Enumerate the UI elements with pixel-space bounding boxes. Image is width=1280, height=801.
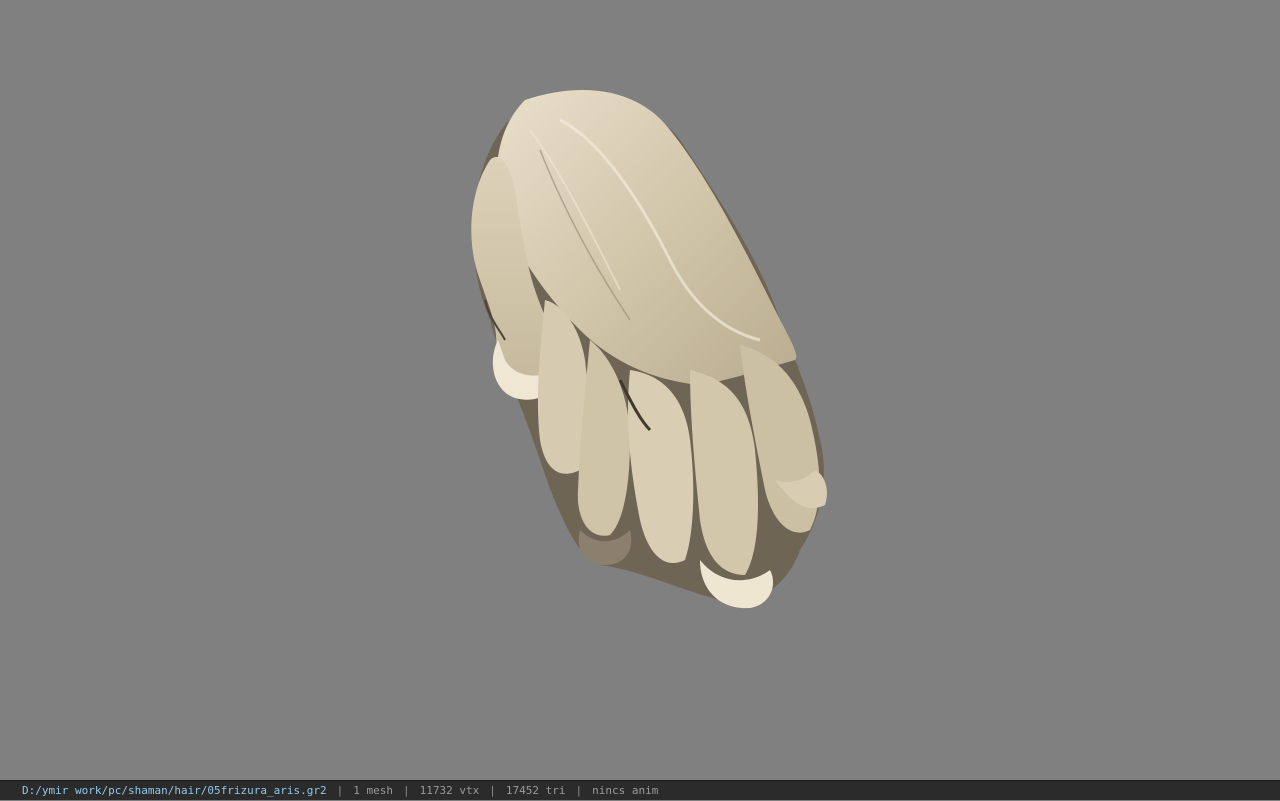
status-separator: | <box>575 784 583 797</box>
mesh-count: 1 mesh <box>353 784 394 797</box>
status-separator: | <box>336 784 344 797</box>
hair-model-render <box>471 90 827 609</box>
triangle-count: 17452 tri <box>505 784 566 797</box>
3d-viewport[interactable] <box>0 0 1280 780</box>
animation-status: nincs anim <box>592 784 659 797</box>
status-separator: | <box>403 784 410 797</box>
file-path: D:/ymir work/pc/shaman/hair/05frizura_ar… <box>22 784 327 797</box>
status-bar: D:/ymir work/pc/shaman/hair/05frizura_ar… <box>0 780 1280 800</box>
vertex-count: 11732 vtx <box>419 784 480 797</box>
status-separator: | <box>489 784 496 797</box>
